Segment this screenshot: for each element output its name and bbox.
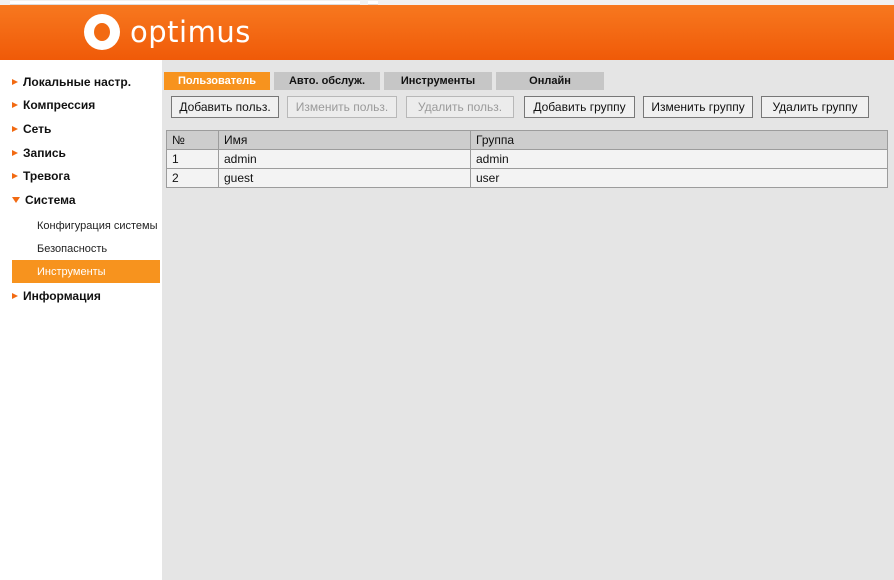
cell-number: 2: [166, 168, 219, 188]
tab-label: Авто. обслуж.: [288, 75, 366, 87]
sidebar-subitem-label: Конфигурация системы: [37, 219, 158, 232]
optimus-logo-icon: [84, 14, 120, 50]
table-row[interactable]: 2 guest user: [166, 168, 888, 188]
sidebar-item-label: Запись: [23, 146, 66, 160]
column-header-group: Группа: [470, 130, 888, 150]
sidebar-item-alarm[interactable]: Тревога: [12, 166, 70, 186]
triangle-right-icon: [12, 102, 18, 108]
sidebar-subitem-label: Безопасность: [37, 242, 108, 255]
sidebar-item-network[interactable]: Сеть: [12, 119, 51, 139]
sidebar-item-label: Компрессия: [23, 98, 96, 112]
triangle-right-icon: [12, 79, 18, 85]
users-table: № Имя Группа 1 admin admin 2 guest user: [166, 130, 888, 188]
tab-auto-maintenance[interactable]: Авто. обслуж.: [274, 72, 380, 90]
table-header-row: № Имя Группа: [166, 130, 888, 150]
cell-group: user: [470, 168, 888, 188]
sidebar: Локальные настр. Компрессия Сеть Запись …: [0, 60, 162, 580]
sidebar-item-label: Информация: [23, 289, 101, 303]
delete-user-button[interactable]: Удалить польз.: [406, 96, 514, 118]
sidebar-item-system[interactable]: Система: [12, 190, 76, 210]
edit-group-button[interactable]: Изменить группу: [643, 96, 753, 118]
tab-tools[interactable]: Инструменты: [384, 72, 492, 90]
cell-group: admin: [470, 149, 888, 169]
triangle-right-icon: [12, 293, 18, 299]
tab-label: Онлайн: [529, 75, 571, 87]
tab-label: Инструменты: [400, 75, 476, 87]
sidebar-subitem-label: Инструменты: [37, 265, 106, 278]
brand-name: optimus: [130, 15, 251, 49]
sidebar-subitem-security[interactable]: Безопасность: [12, 237, 160, 260]
edit-user-button[interactable]: Изменить польз.: [287, 96, 397, 118]
add-group-button[interactable]: Добавить группу: [524, 96, 635, 118]
triangle-right-icon: [12, 126, 18, 132]
sidebar-subitem-tools[interactable]: Инструменты: [12, 260, 160, 283]
brand-logo: optimus: [84, 12, 251, 52]
sidebar-item-record[interactable]: Запись: [12, 143, 66, 163]
tab-label: Пользователь: [177, 75, 256, 87]
sidebar-item-label: Тревога: [23, 169, 71, 183]
sidebar-item-local-settings[interactable]: Локальные настр.: [12, 72, 131, 92]
add-user-button[interactable]: Добавить польз.: [171, 96, 279, 118]
cell-number: 1: [166, 149, 219, 169]
triangle-right-icon: [12, 173, 18, 179]
sidebar-item-compression[interactable]: Компрессия: [12, 95, 95, 115]
triangle-right-icon: [12, 150, 18, 156]
sidebar-subitem-system-config[interactable]: Конфигурация системы: [12, 214, 160, 237]
sidebar-item-label: Локальные настр.: [23, 75, 132, 89]
tab-online[interactable]: Онлайн: [496, 72, 604, 90]
table-row[interactable]: 1 admin admin: [166, 149, 888, 169]
cell-name: guest: [218, 168, 471, 188]
sidebar-item-information[interactable]: Информация: [12, 286, 101, 306]
column-header-number: №: [166, 130, 219, 150]
triangle-down-icon: [12, 197, 20, 203]
sidebar-item-label: Система: [25, 193, 76, 207]
main-panel: Пользователь Авто. обслуж. Инструменты О…: [162, 60, 894, 580]
header-bar: optimus: [0, 5, 894, 60]
delete-group-button[interactable]: Удалить группу: [761, 96, 869, 118]
column-header-name: Имя: [218, 130, 471, 150]
sidebar-item-label: Сеть: [23, 122, 52, 136]
cell-name: admin: [218, 149, 471, 169]
tab-user[interactable]: Пользователь: [164, 72, 270, 90]
